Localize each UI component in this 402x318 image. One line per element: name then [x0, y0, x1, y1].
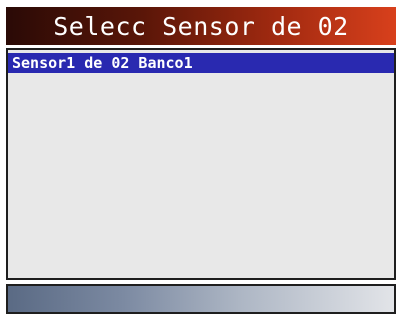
list-item-sensor1-bank1[interactable]: Sensor1 de 02 Banco1 — [8, 53, 394, 73]
scan-tool-screen: Selecc Sensor de 02 Sensor1 de 02 Banco1 — [0, 0, 402, 318]
title-bar: Selecc Sensor de 02 — [6, 7, 396, 45]
list-item-label: Sensor1 de 02 Banco1 — [12, 54, 193, 72]
sensor-list: Sensor1 de 02 Banco1 — [6, 48, 396, 280]
screen-title: Selecc Sensor de 02 — [53, 11, 349, 41]
status-bar — [6, 284, 396, 314]
